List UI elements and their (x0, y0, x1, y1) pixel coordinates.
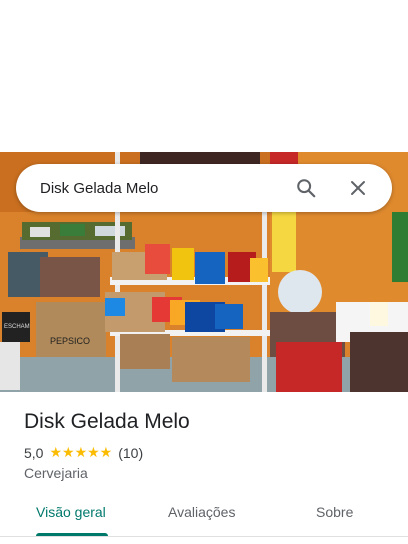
star-icon: ★★★★★ (49, 444, 113, 460)
active-tab-indicator (36, 533, 108, 536)
tab-about[interactable]: Sobre (316, 504, 353, 520)
box-label-pepsico: PEPSICO (50, 336, 90, 346)
search-bar[interactable]: Disk Gelada Melo (16, 164, 392, 212)
map-blank-area (0, 0, 408, 152)
rating-value: 5,0 (24, 444, 44, 461)
tab-overview[interactable]: Visão geral (36, 504, 106, 520)
tab-reviews[interactable]: Avaliações (168, 504, 235, 520)
place-tabs: Visão geral Avaliações Sobre (0, 492, 408, 537)
place-title: Disk Gelada Melo (24, 410, 190, 433)
review-count[interactable]: (10) (118, 445, 143, 461)
search-input[interactable]: Disk Gelada Melo (40, 180, 286, 197)
box-label-escham: ESCHAM (4, 324, 30, 330)
place-category[interactable]: Cervejaria (24, 465, 88, 481)
close-icon[interactable] (338, 168, 378, 208)
rating-row[interactable]: 5,0 ★★★★★ (10) (24, 444, 143, 461)
search-icon[interactable] (286, 168, 326, 208)
